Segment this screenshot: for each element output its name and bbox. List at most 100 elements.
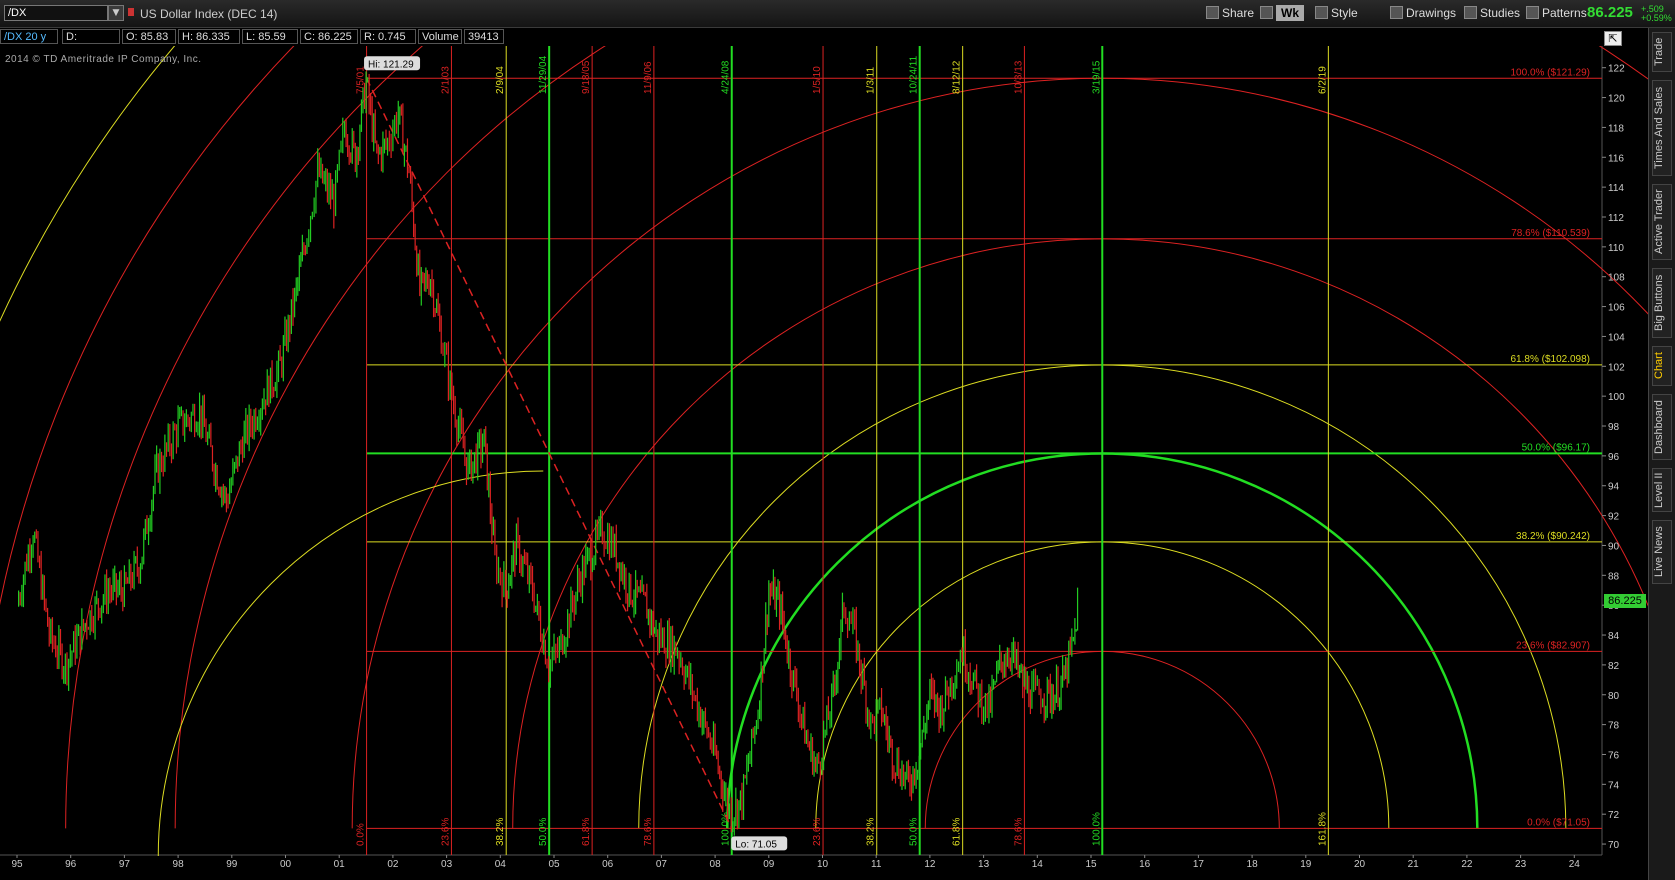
time-line-pct-11: 78.6%	[1013, 818, 1024, 846]
style-label: Style	[1331, 6, 1358, 20]
time-line-date-6: 4/24/08	[721, 60, 732, 94]
tab-level-ii[interactable]: Level II	[1652, 468, 1672, 512]
y-tick-7: 84	[1608, 631, 1620, 642]
symbol-indicator-icon	[128, 8, 134, 16]
x-tick-0: 95	[11, 859, 23, 870]
y-tick-16: 102	[1608, 362, 1625, 373]
fib-level-label-2: 61.8% ($102.098)	[1510, 354, 1590, 365]
fib-level-label-0: 100.0% ($121.29)	[1510, 67, 1590, 78]
time-line-pct-10: 61.8%	[952, 818, 963, 846]
y-tick-6: 82	[1608, 661, 1620, 672]
x-tick-22: 17	[1193, 859, 1205, 870]
time-line-date-9: 10/24/11	[909, 55, 920, 94]
share-button[interactable]: Share	[1203, 4, 1257, 22]
low-value: L: 85.59	[242, 29, 298, 44]
tab-chart[interactable]: Chart	[1652, 346, 1672, 386]
studies-icon	[1464, 6, 1477, 19]
expand-chart-icon[interactable]: ⇱	[1604, 31, 1622, 46]
x-tick-23: 18	[1247, 859, 1259, 870]
close-value: C: 86.225	[300, 29, 358, 44]
time-line-date-10: 8/12/12	[952, 60, 963, 94]
tab-live-news[interactable]: Live News	[1652, 520, 1672, 584]
symbol-description: US Dollar Index (DEC 14)	[140, 7, 278, 21]
x-tick-4: 99	[226, 859, 238, 870]
low-label: Lo: 71.05	[735, 839, 777, 850]
time-line-date-5: 11/9/06	[643, 61, 654, 94]
style-button[interactable]: Style	[1312, 4, 1361, 22]
tab-active-trader[interactable]: Active Trader	[1652, 184, 1672, 260]
time-line-pct-3: 50.0%	[538, 818, 549, 846]
share-label: Share	[1222, 6, 1255, 20]
x-tick-14: 09	[763, 859, 775, 870]
drawings-label: Drawings	[1406, 6, 1457, 20]
x-tick-13: 08	[710, 859, 722, 870]
y-tick-26: 122	[1608, 64, 1625, 75]
time-line-date-7: 1/5/10	[812, 66, 823, 94]
time-line-date-4: 9/18/05	[581, 60, 592, 94]
x-tick-8: 03	[441, 859, 453, 870]
y-tick-19: 108	[1608, 273, 1625, 284]
y-tick-5: 80	[1608, 691, 1620, 702]
time-line-pct-12: 100.0%	[1091, 812, 1102, 846]
y-tick-1: 72	[1608, 810, 1620, 821]
open-value: O: 85.83	[122, 29, 176, 44]
y-tick-4: 78	[1608, 721, 1620, 732]
drawings-button[interactable]: Drawings	[1387, 4, 1459, 22]
volume-value: 39413	[464, 29, 504, 44]
x-tick-19: 14	[1032, 859, 1044, 870]
y-tick-10: 90	[1608, 541, 1620, 552]
drawings-icon	[1390, 6, 1403, 19]
studies-button[interactable]: Studies	[1461, 4, 1523, 22]
time-line-pct-7: 23.6%	[812, 818, 823, 846]
fib-level-label-4: 38.2% ($90.242)	[1516, 531, 1590, 542]
tab-big-buttons[interactable]: Big Buttons	[1652, 268, 1672, 338]
aggregation-button[interactable]: Wk	[1276, 5, 1304, 21]
x-tick-17: 12	[924, 859, 936, 870]
y-tick-9: 88	[1608, 571, 1620, 582]
symbol-dropdown-chevron-icon[interactable]: ▼	[108, 5, 124, 21]
x-tick-15: 10	[817, 859, 829, 870]
x-tick-29: 24	[1569, 859, 1581, 870]
time-line-date-8: 1/3/11	[866, 67, 877, 94]
fib-level-label-1: 78.6% ($110.539)	[1511, 228, 1590, 239]
x-tick-1: 96	[65, 859, 77, 870]
time-line-date-2: 2/9/04	[495, 66, 506, 94]
x-tick-11: 06	[602, 859, 614, 870]
time-line-date-1: 2/1/03	[440, 66, 451, 94]
y-tick-12: 94	[1608, 482, 1620, 493]
fib-level-label-5: 23.6% ($82.907)	[1516, 640, 1590, 651]
x-tick-9: 04	[495, 859, 507, 870]
x-tick-10: 05	[548, 859, 560, 870]
patterns-button[interactable]: Patterns	[1523, 4, 1590, 22]
y-tick-15: 100	[1608, 392, 1625, 403]
copyright-text: 2014 © TD Ameritrade IP Company, Inc.	[5, 54, 202, 65]
chart-label[interactable]: /DX 20 y W	[0, 29, 58, 57]
y-tick-23: 116	[1608, 153, 1624, 164]
y-tick-17: 104	[1608, 332, 1625, 343]
y-tick-0: 70	[1608, 840, 1620, 851]
tab-trade[interactable]: Trade	[1652, 32, 1672, 72]
time-line-pct-8: 38.2%	[866, 818, 877, 846]
fib-level-label-3: 50.0% ($96.17)	[1522, 442, 1590, 453]
y-tick-2: 74	[1608, 780, 1620, 791]
tab-dashboard[interactable]: Dashboard	[1652, 394, 1672, 460]
top-toolbar: ▼ US Dollar Index (DEC 14) Share Wk Styl…	[0, 0, 1675, 28]
share-icon	[1206, 6, 1219, 19]
x-tick-21: 16	[1139, 859, 1151, 870]
x-tick-7: 02	[387, 859, 399, 870]
symbol-input[interactable]	[4, 5, 108, 21]
x-tick-5: 00	[280, 859, 292, 870]
x-tick-2: 97	[119, 859, 131, 870]
tab-times-and-sales[interactable]: Times And Sales	[1652, 80, 1672, 176]
last-price: 86.225	[1587, 4, 1633, 21]
chart-info-bar: /DX 20 y W D: 9/29/14 O: 85.83 H: 86.335…	[0, 28, 1600, 57]
right-sidebar: Trade Times And Sales Active Trader Big …	[1648, 28, 1675, 880]
style-icon	[1315, 6, 1328, 19]
range-value: R: 0.745	[360, 29, 416, 44]
x-tick-6: 01	[334, 859, 346, 870]
y-tick-20: 110	[1608, 243, 1624, 254]
percent-change: +0.59%	[1641, 13, 1672, 23]
y-tick-18: 106	[1608, 303, 1625, 314]
price-chart[interactable]: 100.0% ($121.29) 78.6% ($110.539) 61.8% ($…	[0, 46, 1648, 880]
y-tick-14: 98	[1608, 422, 1620, 433]
